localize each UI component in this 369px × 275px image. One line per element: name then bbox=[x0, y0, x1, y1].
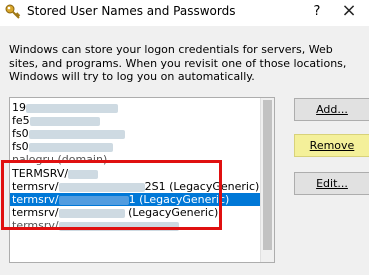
remove-button[interactable]: Remove bbox=[294, 134, 369, 157]
list-item-host: fs0 bbox=[12, 140, 29, 153]
close-button[interactable]: × bbox=[332, 1, 366, 23]
list-item[interactable]: fe5 bbox=[10, 114, 262, 127]
list-item-host: termsrv/ bbox=[12, 180, 59, 193]
list-item[interactable]: termsrv/2S1 (LegacyGeneric) bbox=[10, 180, 262, 193]
list-item[interactable]: TERMSRV/ bbox=[10, 167, 262, 180]
help-button[interactable]: ? bbox=[305, 1, 329, 23]
redacted-text bbox=[28, 142, 113, 152]
edit-button-label: Edit... bbox=[316, 177, 348, 190]
edit-button[interactable]: Edit... bbox=[294, 172, 369, 195]
list-item-host: fs0 bbox=[12, 127, 29, 140]
list-item-host: termsrv/ bbox=[12, 206, 59, 219]
title-bar: Stored User Names and Passwords ? × bbox=[0, 0, 369, 26]
credentials-list: 19 fe5 fs0 fs0 nalogru (domain) TERMSRV/terms… bbox=[10, 101, 262, 232]
redacted-text bbox=[68, 169, 99, 179]
list-item-host: termsrv/ bbox=[12, 193, 59, 206]
list-item-host: nalogru (domain) bbox=[12, 153, 108, 166]
list-item[interactable]: termsrv/1 (LegacyGeneric) bbox=[10, 193, 262, 206]
credentials-listbox[interactable]: 19 fe5 fs0 fs0 nalogru (domain) TERMSRV/terms… bbox=[9, 97, 275, 263]
window-title: Stored User Names and Passwords bbox=[27, 4, 236, 18]
list-item[interactable]: fs0 bbox=[10, 127, 262, 140]
list-item-host: fe5 bbox=[12, 114, 30, 127]
list-item-type: (LegacyGeneric) bbox=[124, 206, 219, 219]
list-item-type: 2S1 (LegacyGeneric) bbox=[144, 180, 260, 193]
list-item[interactable]: fs0 bbox=[10, 140, 262, 153]
list-item[interactable]: 19 bbox=[10, 101, 262, 114]
remove-button-label: Remove bbox=[309, 139, 355, 152]
list-item-type: 1 (LegacyGeneric) bbox=[128, 193, 230, 206]
list-item-host: termsrv/ bbox=[12, 219, 59, 232]
list-item[interactable]: termsrv/ bbox=[10, 219, 262, 232]
redacted-text bbox=[29, 116, 100, 126]
redacted-text bbox=[58, 195, 129, 205]
list-item-host: TERMSRV/ bbox=[12, 167, 69, 180]
vertical-scrollbar[interactable] bbox=[260, 98, 274, 262]
add-button-label: Add... bbox=[316, 103, 348, 116]
redacted-text bbox=[28, 129, 125, 139]
redacted-text bbox=[26, 103, 118, 113]
list-item[interactable]: nalogru (domain) bbox=[10, 153, 262, 166]
redacted-text bbox=[58, 182, 145, 192]
list-item-host: 19 bbox=[12, 101, 26, 114]
redacted-text bbox=[58, 221, 179, 231]
add-button[interactable]: Add... bbox=[294, 98, 369, 121]
scrollbar-thumb[interactable] bbox=[263, 100, 272, 250]
list-item[interactable]: termsrv/ (LegacyGeneric) bbox=[10, 206, 262, 219]
redacted-text bbox=[58, 208, 125, 218]
key-icon bbox=[5, 4, 21, 19]
description-text: Windows can store your logon credentials… bbox=[9, 43, 347, 83]
